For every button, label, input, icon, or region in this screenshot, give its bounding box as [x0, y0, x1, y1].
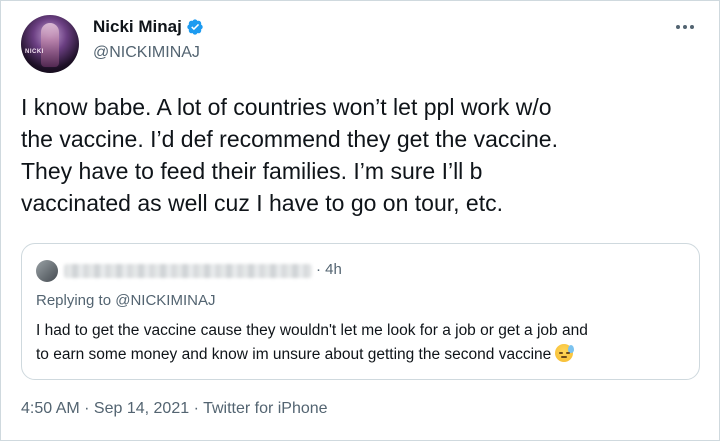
- tweet-date[interactable]: Sep 14, 2021: [94, 400, 189, 417]
- more-options-icon[interactable]: [673, 17, 697, 37]
- quoted-text-block: I had to get the vaccine cause they woul…: [36, 319, 686, 367]
- tweet-card: NICKI Nicki Minaj @NICKIMINAJ I know bab…: [0, 0, 720, 441]
- quoted-author-name-redacted: [64, 264, 312, 278]
- author-name[interactable]: Nicki Minaj: [93, 17, 182, 37]
- meta-separator: ·: [189, 400, 204, 417]
- downcast-face-with-sweat-icon: [555, 344, 575, 362]
- verified-badge-icon: [187, 19, 203, 35]
- quoted-timestamp[interactable]: · 4h: [316, 261, 342, 278]
- tweet-time[interactable]: 4:50 AM: [21, 400, 80, 417]
- avatar-figure: [41, 23, 59, 67]
- tweet-source[interactable]: Twitter for iPhone: [203, 400, 328, 417]
- quoted-author-avatar[interactable]: [36, 260, 58, 282]
- quoted-text: I had to get the vaccine cause they woul…: [36, 322, 588, 363]
- avatar-text: NICKI: [25, 49, 44, 55]
- more-dot: [690, 25, 694, 29]
- replying-to-prefix: Replying to: [36, 292, 116, 309]
- author-handle[interactable]: @NICKIMINAJ: [93, 44, 200, 62]
- replying-to: Replying to @NICKIMINAJ: [36, 292, 215, 309]
- quoted-tweet[interactable]: · 4h Replying to @NICKIMINAJ I had to ge…: [21, 243, 700, 380]
- replying-to-handle[interactable]: @NICKIMINAJ: [115, 292, 215, 309]
- meta-separator: ·: [79, 400, 94, 417]
- tweet-meta: 4:50 AM · Sep 14, 2021 · Twitter for iPh…: [21, 400, 328, 418]
- more-dot: [683, 25, 687, 29]
- tweet-text: I know babe. A lot of countries won’t le…: [21, 94, 558, 216]
- author-name-row: Nicki Minaj: [93, 17, 204, 37]
- more-dot: [676, 25, 680, 29]
- author-avatar[interactable]: NICKI: [21, 15, 79, 73]
